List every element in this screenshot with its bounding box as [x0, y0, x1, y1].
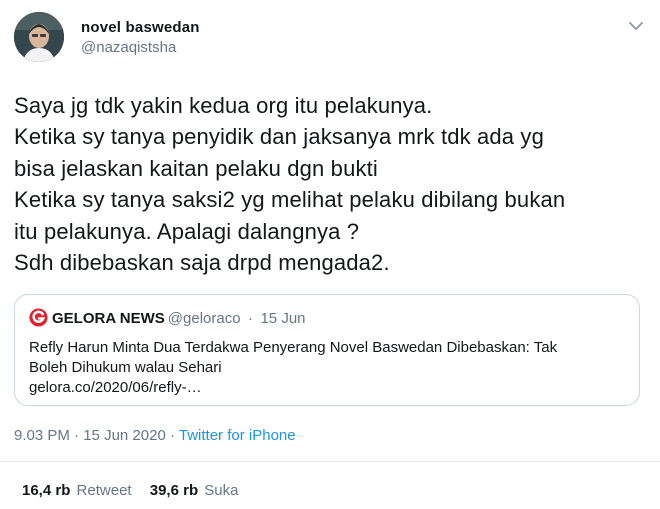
retweets-label: Retweet: [76, 482, 132, 499]
chevron-down-icon[interactable]: [628, 20, 644, 32]
quoted-link: gelora.co/2020/06/refly-…: [29, 379, 202, 396]
retweets-count: 16,4 rb: [22, 482, 71, 499]
avatar-photo: [14, 12, 64, 62]
retweets-stat[interactable]: 16,4 rb Retweet: [22, 482, 132, 499]
tweet-line: Sdh dibebaskan saja drpd mengada2.: [14, 250, 390, 276]
quoted-date: 15 Jun: [260, 310, 306, 327]
quoted-tweet-card[interactable]: GELORA NEWS @geloraco · 15 Jun Refly Haru…: [14, 294, 640, 406]
tweet-line: Ketika sy tanya saksi2 yg melihat pelaku…: [14, 187, 566, 213]
author-display-name[interactable]: novel baswedan: [81, 19, 200, 37]
quoted-line: Refly Harun Minta Dua Terdakwa Penyerang…: [29, 339, 558, 356]
divider: [0, 461, 660, 462]
gelora-logo-icon: [29, 308, 48, 327]
quoted-tweet-text: Refly Harun Minta Dua Terdakwa Penyerang…: [29, 338, 625, 398]
tweet-line: Ketika sy tanya penyidik dan jaksanya mr…: [14, 124, 544, 150]
quoted-author-handle: @geloraco: [167, 310, 241, 327]
tweet-text: Saya jg tdk yakin kedua org itu pelakuny…: [14, 90, 646, 278]
author-block[interactable]: novel baswedan @nazaqistsha: [81, 19, 200, 58]
tweet-source-link[interactable]: Twitter for iPhone: [179, 427, 296, 444]
tweet-date[interactable]: 15 Jun 2020: [83, 427, 166, 444]
author-handle[interactable]: @nazaqistsha: [81, 38, 200, 58]
quoted-separator: ·: [248, 310, 254, 327]
meta-separator: ·: [169, 427, 175, 444]
tweet-header: novel baswedan @nazaqistsha: [14, 12, 646, 68]
meta-separator: ·: [74, 427, 80, 444]
tweet-time[interactable]: 9.03 PM: [14, 427, 70, 444]
likes-count: 39,6 rb: [149, 482, 199, 499]
tweet-line: itu pelakunya. Apalagi dalangnya ?: [14, 218, 360, 244]
avatar[interactable]: [14, 12, 64, 62]
tweet-meta: 9.03 PM · 15 Jun 2020 · Twitter for iPho…: [14, 427, 296, 444]
tweet-stats: 16,4 rb Retweet 39,6 rb Suka: [22, 482, 253, 499]
likes-label: Suka: [204, 482, 239, 499]
quoted-author-name: GELORA NEWS: [52, 310, 165, 327]
tweet-line: Saya jg tdk yakin kedua org itu pelakuny…: [14, 93, 433, 118]
likes-stat[interactable]: 39,6 rb Suka: [150, 482, 239, 499]
quoted-line: Boleh Dihukum walau Sehari: [29, 359, 222, 376]
tweet-line: bisa jelaskan kaitan pelaku dgn bukti: [14, 155, 378, 181]
quoted-tweet-header: GELORA NEWS @geloraco · 15 Jun: [29, 308, 306, 328]
